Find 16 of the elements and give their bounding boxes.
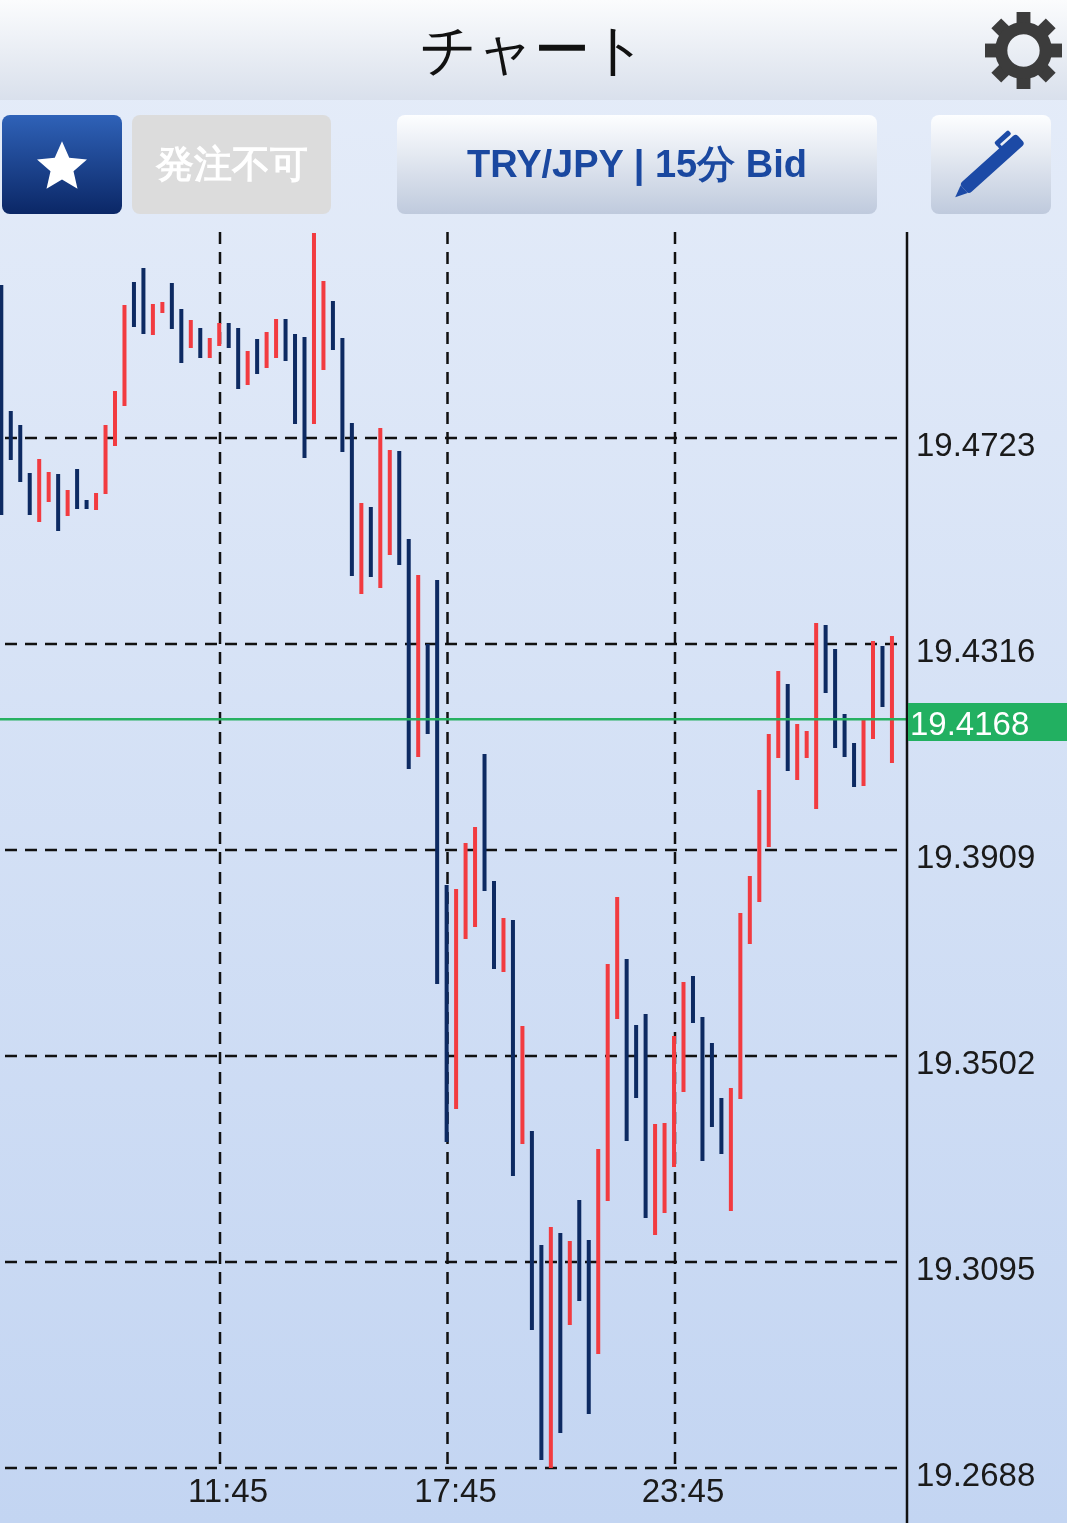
time-axis-label: 11:45 xyxy=(187,1472,269,1509)
time-axis-label: 23:45 xyxy=(641,1472,725,1509)
favorite-button[interactable] xyxy=(2,115,122,214)
drawing-tool-button[interactable] xyxy=(931,115,1051,214)
price-axis-label: 19.4723 xyxy=(916,426,1036,463)
price-axis-label: 19.3095 xyxy=(916,1250,1036,1287)
price-axis-label: 19.4316 xyxy=(916,632,1036,669)
symbol-selector-button[interactable]: TRY/JPY | 15分 Bid xyxy=(397,115,877,214)
price-axis-label: 19.3909 xyxy=(916,838,1036,875)
time-axis-label: 17:45 xyxy=(414,1472,497,1509)
price-axis-label: 19.3502 xyxy=(916,1044,1036,1081)
current-price-tag: 19.4168 xyxy=(908,703,1067,742)
price-axis-label: 19.2688 xyxy=(916,1456,1036,1493)
settings-icon[interactable] xyxy=(985,11,1062,89)
star-icon xyxy=(37,140,87,189)
screen-title: チャート xyxy=(420,22,647,78)
